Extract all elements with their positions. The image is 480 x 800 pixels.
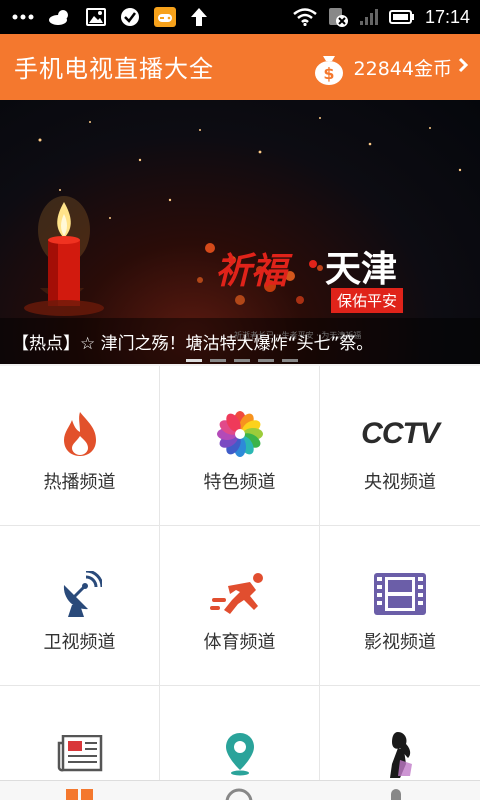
banner-art-white-text: 天津: [325, 249, 398, 290]
category-satellite-channels[interactable]: 卫视频道: [0, 526, 159, 685]
banner-pagination: [186, 359, 298, 362]
flower-icon: [210, 410, 270, 458]
wifi-icon: [293, 8, 317, 26]
category-label: 卫视频道: [43, 632, 116, 653]
category-hot-channels[interactable]: 热播频道: [0, 366, 159, 525]
sim-icon: [327, 6, 349, 28]
game-icon: [154, 7, 176, 27]
money-bag-icon: $: [310, 48, 348, 86]
banner-art-red-text: 祈福: [215, 250, 288, 292]
banner-caption: 【热点】☆ 津门之殇！塘沽特大爆炸“头七”祭。: [12, 334, 374, 354]
map-pin-icon: [210, 730, 270, 778]
category-label: 影视频道: [364, 632, 436, 653]
banner-art-dot: [309, 260, 317, 268]
play-tab-icon[interactable]: [224, 787, 254, 800]
category-label: 体育频道: [203, 632, 276, 653]
more-icon: [12, 14, 34, 20]
weather-icon: [48, 9, 72, 25]
grid-divider: [319, 366, 320, 780]
chevron-right-icon: [458, 57, 469, 78]
check-icon: [120, 7, 140, 27]
svg-text:$: $: [323, 64, 334, 83]
category-movie-channels[interactable]: 影视频道: [320, 526, 480, 685]
pagination-dot[interactable]: [282, 359, 298, 362]
pagination-dot[interactable]: [186, 359, 202, 362]
upload-icon: [190, 7, 208, 27]
hero-banner[interactable]: 祈福 天津 保佑平安 祈逝者长已 · 生者平安 · 为天津祈福 【热点】☆ 津门…: [0, 100, 480, 364]
pagination-dot[interactable]: [234, 359, 250, 362]
pagination-dot[interactable]: [258, 359, 274, 362]
runner-icon: [209, 570, 270, 618]
banner-art-title: 祈福 天津 保佑平安: [215, 240, 435, 320]
category-sports-channels[interactable]: 体育频道: [160, 526, 319, 685]
battery-icon: [388, 9, 415, 25]
status-bar: 17:14: [0, 0, 480, 34]
category-label: 热播频道: [43, 472, 116, 493]
category-grid: 热播频道 特色频道 CCTV 央视频道 卫视频道 体育频道 影视频道: [0, 366, 480, 780]
signal-icon: [359, 8, 379, 26]
film-icon: [370, 570, 430, 618]
status-time: 17:14: [424, 6, 470, 27]
app-header: 手机电视直播大全 $ 22844金币: [0, 34, 480, 100]
grid-divider: [0, 685, 480, 686]
candle-icon: [24, 196, 104, 316]
grid-divider: [0, 525, 480, 526]
category-label: 特色频道: [203, 472, 276, 493]
banner-art-subtitle: 保佑平安: [331, 288, 404, 313]
woman-silhouette-icon: [370, 730, 430, 778]
mic-tab-icon[interactable]: [386, 787, 406, 800]
category-featured-channels[interactable]: 特色频道: [160, 366, 319, 525]
app-title: 手机电视直播大全: [14, 55, 214, 83]
category-label: 央视频道: [364, 472, 436, 493]
gallery-icon: [86, 8, 106, 26]
coins-count: 22844金币: [353, 57, 452, 80]
bottom-nav: [0, 780, 480, 800]
coins-button[interactable]: $ 22844金币: [310, 48, 469, 86]
newspaper-icon: [50, 730, 110, 778]
grid-divider: [159, 366, 160, 780]
category-news[interactable]: [0, 686, 159, 780]
banner-caption-bar: 【热点】☆ 津门之殇！塘沽特大爆炸“头七”祭。: [0, 318, 480, 364]
home-tab-icon[interactable]: [66, 787, 94, 800]
pagination-dot[interactable]: [210, 359, 226, 362]
category-cctv-channels[interactable]: CCTV 央视频道: [320, 366, 480, 525]
category-entertainment[interactable]: [320, 686, 480, 780]
cctv-logo-icon: CCTV: [361, 417, 440, 450]
fire-icon: [50, 410, 110, 458]
category-local[interactable]: [160, 686, 319, 780]
satellite-dish-icon: [50, 570, 110, 618]
